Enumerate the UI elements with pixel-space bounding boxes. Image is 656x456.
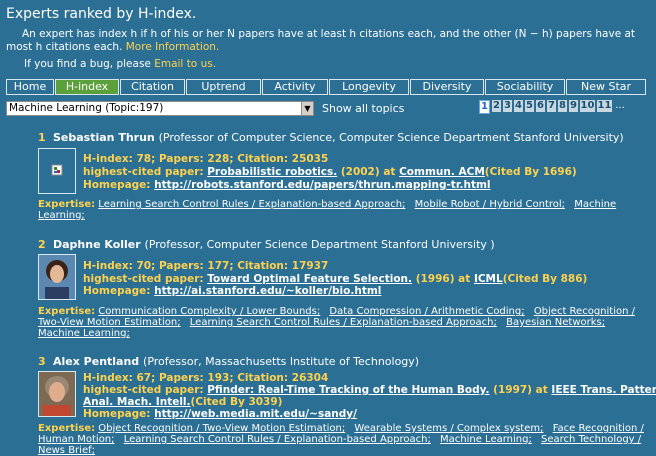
expertise-link[interactable]: Data Compression / Arithmetic Coding; (329, 306, 524, 317)
page-link-9[interactable]: 9 (569, 100, 578, 112)
expert-affiliation: (Professor, Massachusetts Institute of T… (143, 355, 420, 368)
expert-expertise: Expertise: Learning Search Control Rules… (38, 199, 617, 221)
expertise-link[interactable]: Mobile Robot / Hybrid Control; (415, 199, 565, 210)
homepage-link[interactable]: http://robots.stanford.edu/papers/thrun.… (154, 179, 490, 191)
expert-affiliation: (Professor of Computer Science, Computer… (158, 131, 624, 144)
venue-link[interactable]: Commun. ACM (399, 166, 485, 178)
portrait-daphne-koller (39, 255, 75, 299)
bug-text: If you find a bug, please (24, 58, 151, 70)
tab-h-index[interactable]: H-index (55, 79, 119, 95)
expert-photo (38, 371, 76, 417)
description-text: An expert has index h if h of his or her… (6, 28, 636, 53)
expert-expertise: Expertise: Object Recognition / Two-View… (38, 423, 644, 456)
expertise-link[interactable]: Bayesian Networks; (506, 317, 605, 328)
topic-select[interactable]: Machine Learning (Topic:197) ▼ (6, 101, 314, 116)
expert-stats: H-index: 67; Papers: 193; Citation: 2630… (83, 372, 329, 384)
tab-home[interactable]: Home (6, 79, 54, 95)
paper-link[interactable]: Pfinder: Real-Time Tracking of the Human… (207, 384, 489, 396)
expert-name[interactable]: Alex Pentland (53, 355, 139, 368)
expertise-link[interactable]: Machine Learning; (38, 328, 130, 339)
tab-new-star[interactable]: New Star (566, 79, 646, 95)
expertise-link[interactable]: Learning Search Control Rules / Explanat… (124, 434, 431, 445)
page-link-7[interactable]: 7 (547, 100, 556, 112)
more-information-link[interactable]: More Information. (126, 41, 220, 53)
page-link-more[interactable]: ... (613, 100, 627, 112)
paper-link[interactable]: Toward Optimal Feature Selection. (207, 273, 412, 285)
h-index-description: An expert has index h if h of his or her… (6, 28, 646, 54)
expertise-link[interactable]: Wearable Systems / Complex system; (354, 423, 543, 434)
expert-expertise: Expertise: Communication Complexity / Lo… (38, 306, 635, 339)
page-link-8[interactable]: 8 (558, 100, 567, 112)
page-link-10[interactable]: 10 (580, 100, 595, 112)
chevron-down-icon[interactable]: ▼ (301, 102, 313, 115)
expertise-link[interactable]: Object Recognition / Two-View Motion Est… (98, 423, 345, 434)
expertise-link[interactable]: Communication Complexity / Lower Bounds; (98, 306, 320, 317)
tab-diversity[interactable]: Diversity (410, 79, 484, 95)
expert-homepage: Homepage: http://web.media.mit.edu/~sand… (83, 408, 357, 420)
expert-rank: 1 (38, 131, 46, 144)
expertise-link[interactable]: Learning Search Control Rules / Explanat… (190, 317, 497, 328)
expert-top-paper: highest-cited paper: Probabilistic robot… (83, 166, 577, 178)
portrait-alex-pentland (39, 372, 75, 416)
homepage-link[interactable]: http://web.media.mit.edu/~sandy/ (154, 408, 357, 420)
expert-homepage: Homepage: http://robots.stanford.edu/pap… (83, 179, 491, 191)
expert-photo (38, 254, 76, 300)
expert-top-paper: highest-cited paper: Toward Optimal Feat… (83, 273, 588, 285)
expert-stats: H-index: 70; Papers: 177; Citation: 1793… (83, 260, 329, 272)
page-link-4[interactable]: 4 (514, 100, 523, 112)
expert-name[interactable]: Sebastian Thrun (53, 131, 155, 144)
expert-top-paper-cont: Anal. Mach. Intell.(Cited By 3039) (83, 396, 283, 408)
tab-activity[interactable]: Activity (262, 79, 328, 95)
expert-top-paper: highest-cited paper: Pfinder: Real-Time … (83, 384, 656, 396)
expert-affiliation: (Professor, Computer Science Department … (144, 238, 495, 251)
tab-longevity[interactable]: Longevity (329, 79, 409, 95)
tab-citation[interactable]: Citation (120, 79, 185, 95)
bug-report-line: If you find a bug, please Email to us. (24, 58, 216, 70)
tab-sociability[interactable]: Sociability (485, 79, 565, 95)
expert-name[interactable]: Daphne Koller (53, 238, 141, 251)
expert-name-line: Daphne Koller (Professor, Computer Scien… (53, 238, 495, 251)
expert-homepage: Homepage: http://ai.stanford.edu/~koller… (83, 285, 382, 297)
expert-stats: H-index: 78; Papers: 228; Citation: 2503… (83, 153, 329, 165)
page-link-6[interactable]: 6 (536, 100, 545, 112)
expert-rank: 2 (38, 238, 46, 251)
page-link-3[interactable]: 3 (503, 100, 512, 112)
venue-link[interactable]: IEEE Trans. Pattern (551, 384, 656, 396)
expert-name-line: Sebastian Thrun (Professor of Computer S… (53, 131, 624, 144)
topic-select-value: Machine Learning (Topic:197) (9, 102, 164, 114)
paper-link[interactable]: Probabilistic robotics. (207, 166, 337, 178)
venue-link[interactable]: ICML (474, 273, 503, 285)
homepage-link[interactable]: http://ai.stanford.edu/~koller/bio.html (154, 285, 381, 297)
email-link[interactable]: Email to us. (154, 58, 216, 70)
broken-image-icon (51, 164, 63, 176)
expertise-link[interactable]: Learning Search Control Rules / Explanat… (98, 199, 405, 210)
expertise-link[interactable]: Machine Learning; (440, 434, 532, 445)
page-link-11[interactable]: 11 (597, 100, 612, 112)
page-title: Experts ranked by H-index. (6, 6, 197, 22)
page-link-5[interactable]: 5 (525, 100, 534, 112)
expert-photo (38, 148, 76, 194)
page-link-2[interactable]: 2 (492, 100, 501, 112)
page-link-1[interactable]: 1 (479, 100, 490, 114)
show-all-topics-link[interactable]: Show all topics (322, 102, 404, 115)
venue-link[interactable]: Anal. Mach. Intell. (83, 396, 191, 408)
expert-rank: 3 (38, 355, 46, 368)
tab-uptrend[interactable]: Uptrend (186, 79, 261, 95)
expert-name-line: Alex Pentland (Professor, Massachusetts … (53, 355, 419, 368)
